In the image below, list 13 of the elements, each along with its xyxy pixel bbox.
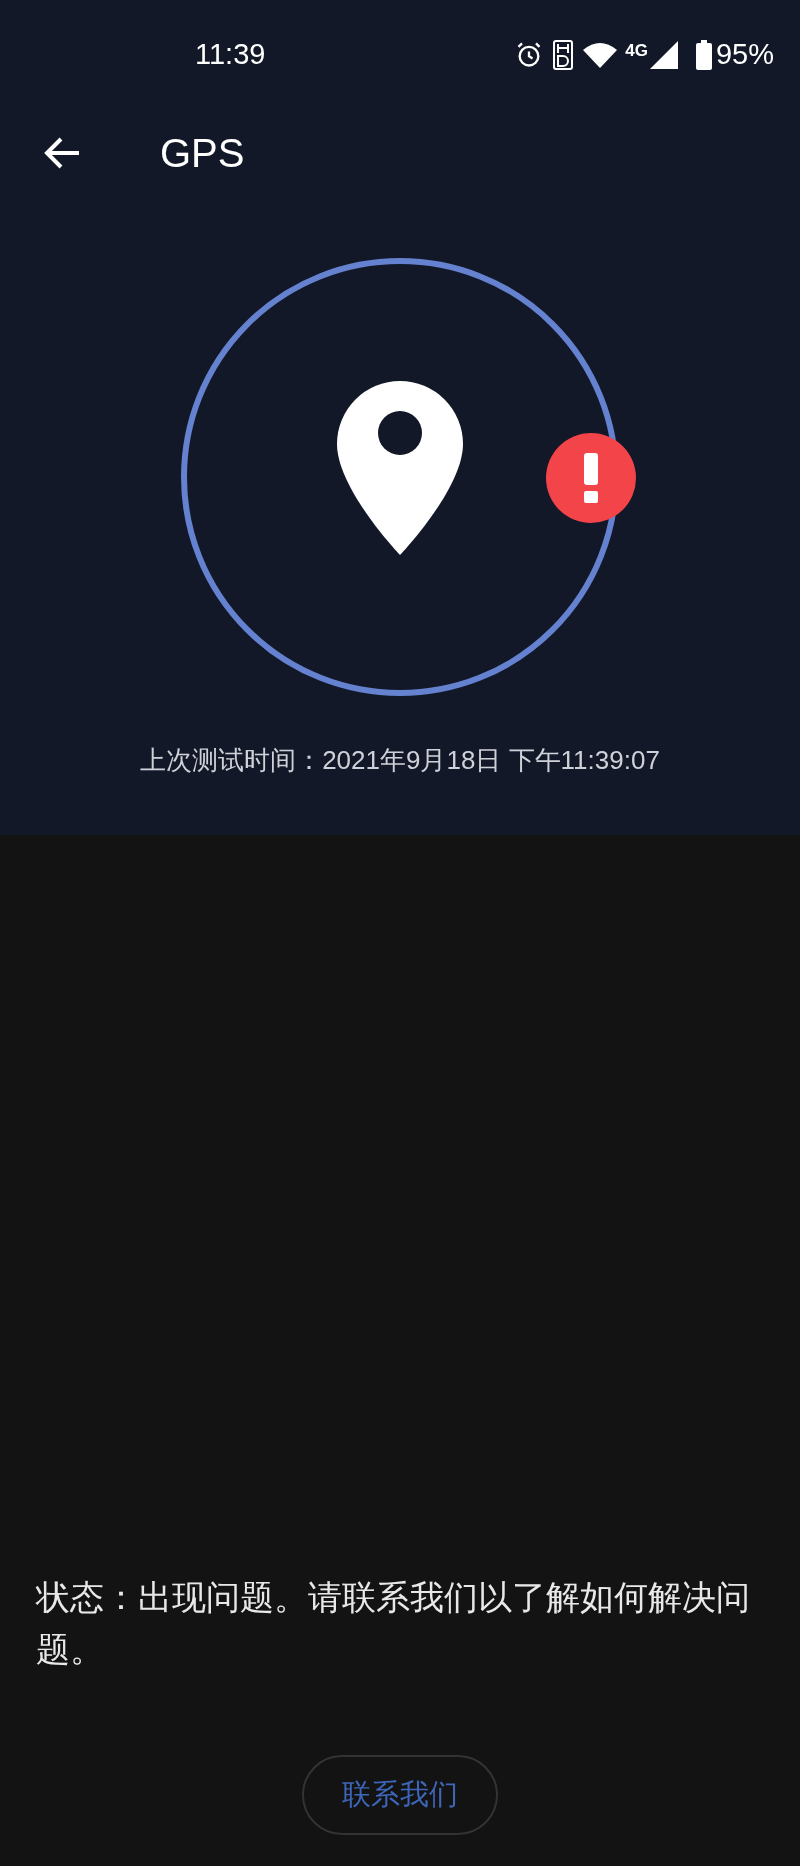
- battery-percent: 95%: [715, 37, 774, 73]
- page-title: GPS: [160, 129, 245, 177]
- wifi-icon: [583, 42, 618, 68]
- clock: 11:39: [195, 37, 266, 73]
- signal-icon: [649, 41, 678, 69]
- status-message: 状态：出现问题。请联系我们以了解如何解决问题。: [34, 1577, 751, 1670]
- last-test-time: 上次测试时间：2021年9月18日 下午11:39:07: [139, 744, 661, 777]
- contact-button[interactable]: 联系我们: [302, 1755, 498, 1835]
- exclamation-icon: [584, 453, 598, 503]
- network-type: 4G: [625, 40, 648, 62]
- hd-icon: [553, 40, 574, 70]
- back-arrow-icon: [43, 135, 81, 170]
- battery-icon: [695, 40, 712, 70]
